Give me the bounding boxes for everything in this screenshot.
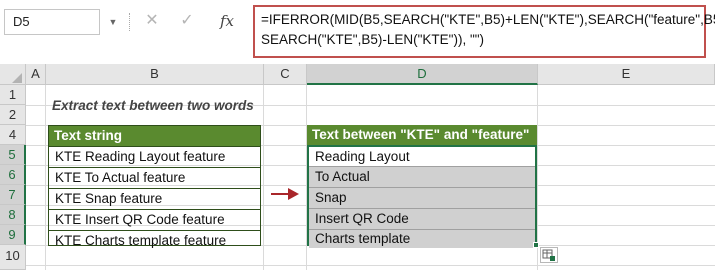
cancel-icon[interactable]: ✕ <box>143 10 161 32</box>
enter-icon[interactable]: ✓ <box>178 10 196 32</box>
column-header-b[interactable]: B <box>46 64 264 85</box>
row-header-8[interactable]: 8 <box>0 205 26 225</box>
arrow-right-icon <box>271 188 299 200</box>
name-box[interactable]: D5 <box>4 9 100 35</box>
result-cell[interactable]: Snap <box>309 187 535 208</box>
source-cell[interactable]: KTE Insert QR Code feature <box>49 209 260 230</box>
row-header-4[interactable]: 4 <box>0 125 26 145</box>
row-header-1[interactable]: 1 <box>0 85 26 105</box>
source-cell[interactable]: KTE Reading Layout feature <box>49 146 260 167</box>
source-table: Text string KTE Reading Layout feature K… <box>48 125 261 248</box>
fill-handle[interactable] <box>533 242 539 248</box>
result-cell-active[interactable]: Reading Layout <box>309 147 535 166</box>
source-cell[interactable]: KTE To Actual feature <box>49 167 260 188</box>
column-header-c[interactable]: C <box>264 64 307 85</box>
source-table-header: Text string <box>49 126 260 146</box>
gridline <box>45 85 46 270</box>
source-cell[interactable]: KTE Charts template feature <box>49 230 260 251</box>
result-cell[interactable]: To Actual <box>309 166 535 187</box>
formula-line-2: SEARCH("KTE",B5)-LEN("KTE")), "") <box>261 32 485 47</box>
row-header-2[interactable]: 2 <box>0 105 26 125</box>
sheet-title: Extract text between two words <box>52 98 254 113</box>
result-table: Text between "KTE" and "feature" Reading… <box>307 125 537 248</box>
formula-bar-divider <box>129 13 131 31</box>
gridline <box>26 265 715 266</box>
result-selection: Reading Layout To Actual Snap Insert QR … <box>307 145 537 248</box>
row-header-6[interactable]: 6 <box>0 165 26 185</box>
source-cell[interactable]: KTE Snap feature <box>49 188 260 209</box>
row-header-10[interactable]: 10 <box>0 245 26 270</box>
row-header-5[interactable]: 5 <box>0 145 26 165</box>
column-header-e[interactable]: E <box>538 64 715 85</box>
gridline <box>263 85 264 270</box>
select-all-triangle-icon <box>12 73 22 83</box>
result-cell[interactable]: Insert QR Code <box>309 208 535 229</box>
insert-function-icon[interactable]: fx <box>216 10 238 32</box>
column-header-d[interactable]: D <box>307 64 538 85</box>
chevron-down-icon[interactable]: ▼ <box>106 9 120 35</box>
row-header-7[interactable]: 7 <box>0 185 26 205</box>
column-header-a[interactable]: A <box>26 64 46 85</box>
result-cell[interactable]: Charts template <box>309 229 535 248</box>
formula-line-1: =IFERROR(MID(B5,SEARCH("KTE",B5)+LEN("KT… <box>261 12 715 27</box>
row-header-9[interactable]: 9 <box>0 225 26 245</box>
quick-analysis-icon[interactable] <box>540 247 558 263</box>
formula-input[interactable]: =IFERROR(MID(B5,SEARCH("KTE",B5)+LEN("KT… <box>253 5 715 58</box>
result-table-header: Text between "KTE" and "feature" <box>307 125 537 145</box>
